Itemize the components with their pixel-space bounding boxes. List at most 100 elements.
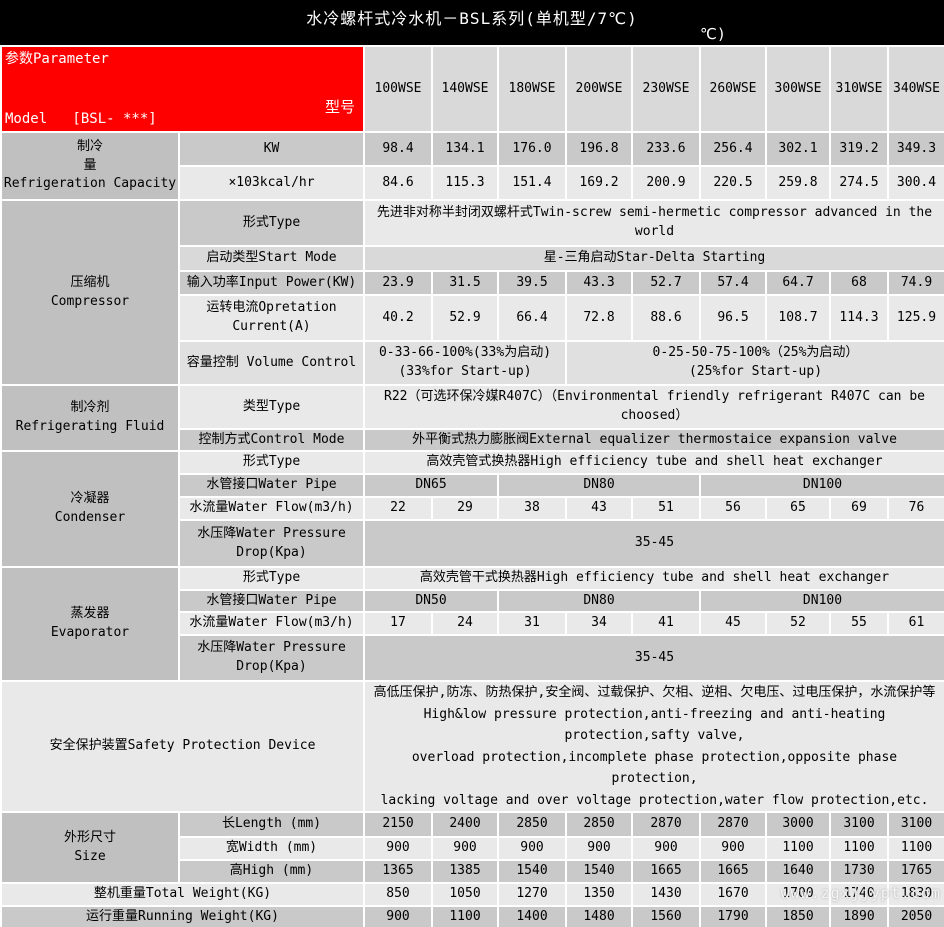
header-corner-cell: 参数Parameter 型号 Model [BSL- ***] [1,46,364,132]
value-cell: 1100 [432,906,498,927]
value-cell: DN100 [700,474,944,497]
table-row: 安全保护装置Safety Protection Device 高低压保护,防冻、… [1,681,944,812]
value-cell: 2850 [566,812,632,837]
value-cell: 1100 [830,837,888,860]
title-bar: 水冷螺杆式冷水机－BSL系列(单机型/7℃) ℃) [0,0,944,45]
param-label: 宽Width (mm) [179,837,364,860]
value-cell: 1540 [498,860,566,883]
value-cell: 259.8 [766,166,830,200]
page-title-wrap: ℃) [700,25,726,43]
table-row: 压缩机 Compressor 形式Type 先进非对称半封闭双螺杆式Twin-s… [1,200,944,246]
value-cell: 43 [566,497,632,520]
value-cell: 56 [700,497,766,520]
value-cell: 64.7 [766,271,830,295]
value-cell: 72.8 [566,295,632,341]
safety-line: lacking voltage and over voltage protect… [366,790,943,812]
table-row: 蒸发器 Evaporator 形式Type 高效壳管干式换热器High effi… [1,567,944,590]
value-cell: DN50 [364,590,498,612]
param-label: 水流量Water Flow(m3/h) [179,497,364,520]
value-cell: 233.6 [632,132,700,166]
value-cell: 31 [498,612,566,635]
value-cell: 先进非对称半封闭双螺杆式Twin-screw semi-hermetic com… [364,200,944,246]
value-cell: 1730 [830,860,888,883]
value-cell: 98.4 [364,132,432,166]
value-cell: 1560 [632,906,700,927]
value-cell: 35-45 [364,520,944,567]
value-cell: 0-25-50-75-100%（25%为启动） (25%for Start-up… [566,341,944,385]
model-header: 230WSE [632,46,700,132]
value-cell: 45 [700,612,766,635]
table-row: 运行重量Running Weight(KG) 900 1100 1400 148… [1,906,944,927]
value-cell: 51 [632,497,700,520]
value-cell: 0-33-66-100%(33%为启动) (33%for Start-up) [364,341,566,385]
model-header: 100WSE [364,46,432,132]
value-cell: 38 [498,497,566,520]
value-cell: 256.4 [700,132,766,166]
param-label: ×103kcal/hr [179,166,364,200]
value-cell: 169.2 [566,166,632,200]
value-cell: 1850 [766,906,830,927]
model-header: 310WSE [830,46,888,132]
value-cell: 2850 [498,812,566,837]
value-cell: DN80 [498,474,700,497]
model-header: 260WSE [700,46,766,132]
value-cell: 2400 [432,812,498,837]
model-header: 340WSE [888,46,944,132]
value-cell: 176.0 [498,132,566,166]
value-cell: 1385 [432,860,498,883]
value-cell: DN65 [364,474,498,497]
value-cell: 31.5 [432,271,498,295]
spec-table: 参数Parameter 型号 Model [BSL- ***] 100WSE 1… [0,45,944,927]
value-cell: 外平衡式热力膨胀阀External equalizer thermostaice… [364,429,944,451]
value-cell: 1270 [498,883,566,906]
value-cell: 1670 [700,883,766,906]
value-cell: 125.9 [888,295,944,341]
spec-sheet-page: 水冷螺杆式冷水机－BSL系列(单机型/7℃) ℃) 参数Parameter 型号… [0,0,944,927]
value-cell: 74.9 [888,271,944,295]
value-cell: 61 [888,612,944,635]
model-header: 140WSE [432,46,498,132]
value-cell: 高效壳管式换热器High efficiency tube and shell h… [364,451,944,474]
value-cell: 76 [888,497,944,520]
value-cell: DN100 [700,590,944,612]
value-cell: 196.8 [566,132,632,166]
model-code-label: Model [BSL- ***] [5,109,157,129]
value-cell: 24 [432,612,498,635]
value-cell: 55 [830,612,888,635]
param-label: 输入功率Input Power(KW) [179,271,364,295]
value-cell: 1430 [632,883,700,906]
value-cell: 134.1 [432,132,498,166]
category-label: 冷凝器 Condenser [1,451,179,567]
value-cell: 319.2 [830,132,888,166]
value-cell: 1050 [432,883,498,906]
value-cell: 900 [566,837,632,860]
category-label: 压缩机 Compressor [1,200,179,385]
value-cell: 3100 [830,812,888,837]
param-label: 水管接口Water Pipe [179,474,364,497]
value-cell: 88.6 [632,295,700,341]
value-cell: 900 [364,837,432,860]
param-label: 控制方式Control Mode [179,429,364,451]
value-cell: 108.7 [766,295,830,341]
param-label: 高High (mm) [179,860,364,883]
value-cell: 40.2 [364,295,432,341]
model-header: 180WSE [498,46,566,132]
value-cell: 57.4 [700,271,766,295]
value-cell: 41 [632,612,700,635]
value-cell: 1350 [566,883,632,906]
value-cell: DN80 [498,590,700,612]
value-cell: R22（可选环保冷媒R407C）（Environmental friendly … [364,385,944,429]
category-label: 制冷剂 Refrigerating Fluid [1,385,179,451]
value-cell: 2870 [700,812,766,837]
param-label: 形式Type [179,200,364,246]
category-label: 制冷 量 Refrigeration Capacity [1,132,179,200]
value-cell: 高效壳管干式换热器High efficiency tube and shell … [364,567,944,590]
param-label: 长Length (mm) [179,812,364,837]
value-cell: 900 [632,837,700,860]
model-label: 型号 [325,97,355,119]
value-cell: 34 [566,612,632,635]
param-label: 水压降Water Pressure Drop(Kpa) [179,635,364,681]
value-cell: 900 [498,837,566,860]
value-cell: 35-45 [364,635,944,681]
param-label: 形式Type [179,451,364,474]
